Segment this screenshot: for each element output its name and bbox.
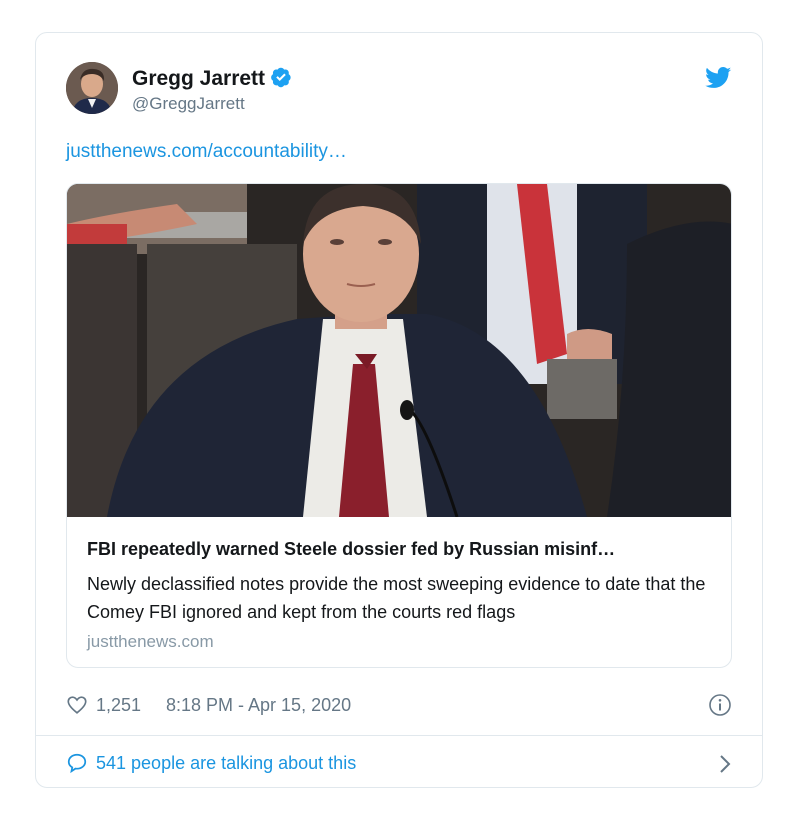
- info-icon[interactable]: [708, 693, 732, 722]
- author-handle[interactable]: @GreggJarrett: [132, 94, 245, 114]
- divider: [36, 735, 762, 736]
- conversation-link[interactable]: 541 people are talking about this: [66, 751, 732, 777]
- author-name[interactable]: Gregg Jarrett: [132, 66, 292, 94]
- tweet-meta: 1,251 8:18 PM - Apr 15, 2020: [66, 693, 732, 719]
- verified-badge-icon: [270, 66, 292, 94]
- chevron-right-icon[interactable]: [718, 754, 732, 779]
- tweet-link[interactable]: justthenews.com/accountability…: [66, 141, 347, 163]
- article-photo: [67, 184, 731, 517]
- author-avatar[interactable]: [66, 62, 118, 114]
- avatar-image: [66, 62, 118, 114]
- preview-description: Newly declassified notes provide the mos…: [87, 574, 706, 622]
- preview-domain: justthenews.com: [87, 632, 214, 651]
- talking-count[interactable]: 541 people are talking about this: [96, 753, 356, 774]
- like-count[interactable]: 1,251: [96, 695, 141, 716]
- link-preview-card[interactable]: FBI repeatedly warned Steele dossier fed…: [66, 183, 732, 668]
- preview-text: FBI repeatedly warned Steele dossier fed…: [87, 537, 713, 652]
- twitter-bird-icon[interactable]: [705, 67, 732, 94]
- tweet-timestamp[interactable]: 8:18 PM - Apr 15, 2020: [166, 695, 351, 716]
- preview-title[interactable]: FBI repeatedly warned Steele dossier fed…: [87, 537, 713, 561]
- speech-bubble-icon: [66, 752, 88, 779]
- author-name-text[interactable]: Gregg Jarrett: [132, 67, 265, 90]
- heart-icon[interactable]: [66, 694, 88, 721]
- tweet-card: Gregg Jarrett @GreggJarrett justthenews.…: [35, 32, 763, 788]
